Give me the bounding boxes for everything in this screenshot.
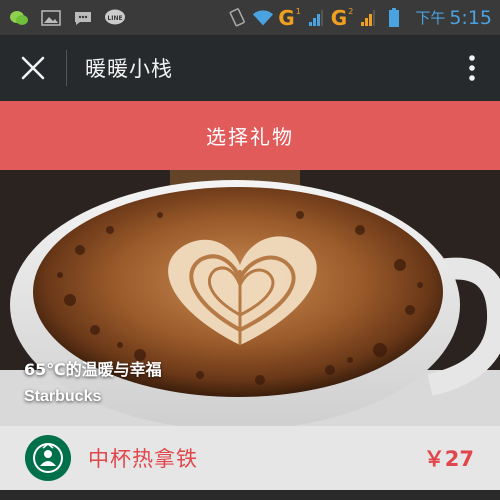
network-type-2: G — [330, 5, 348, 30]
starbucks-logo — [25, 435, 71, 481]
wechat-icon — [8, 9, 30, 27]
close-button[interactable] — [0, 35, 66, 101]
bottom-strip — [0, 490, 500, 500]
clock: 5:15 — [449, 6, 492, 29]
app-bar: 暖暖小栈 — [0, 35, 500, 101]
signal-icon — [305, 9, 327, 27]
network-type-1: G — [278, 5, 295, 30]
status-bar: LINE G 1 G 2 下午 5:15 — [0, 0, 500, 35]
battery-icon — [383, 7, 405, 27]
network-sup-1: 1 — [295, 7, 301, 16]
notification-icons: LINE — [8, 9, 126, 27]
caption-line1: 65℃的温暖与幸福 — [24, 360, 162, 379]
svg-text:LINE: LINE — [107, 15, 122, 22]
more-vertical-icon — [469, 55, 475, 81]
title-divider — [66, 50, 67, 86]
hero-caption: 65℃的温暖与幸福 Starbucks — [24, 356, 162, 406]
choose-gift-button[interactable]: 选择礼物 — [0, 101, 500, 170]
product-price: ￥27 — [423, 447, 474, 471]
choose-gift-label: 选择礼物 — [206, 125, 294, 149]
hero-image[interactable]: 65℃的温暖与幸福 Starbucks — [0, 170, 500, 426]
time-period: 下午 — [415, 9, 446, 27]
wifi-icon — [252, 9, 274, 27]
line-icon: LINE — [104, 9, 126, 27]
gallery-icon — [40, 9, 62, 27]
rotation-icon — [226, 7, 248, 27]
more-menu-button[interactable] — [444, 35, 500, 101]
caption-brand: Starbucks — [24, 388, 102, 405]
close-icon — [21, 56, 45, 80]
network-sup-2: 2 — [348, 7, 354, 16]
product-name: 中杯热拿铁 — [88, 447, 198, 471]
page-title: 暖暖小栈 — [85, 57, 173, 81]
signal-icon — [357, 9, 379, 27]
messages-icon — [72, 9, 94, 27]
system-status: G 1 G 2 下午 5:15 — [226, 6, 492, 30]
product-item[interactable]: 中杯热拿铁 ￥27 — [0, 426, 500, 490]
